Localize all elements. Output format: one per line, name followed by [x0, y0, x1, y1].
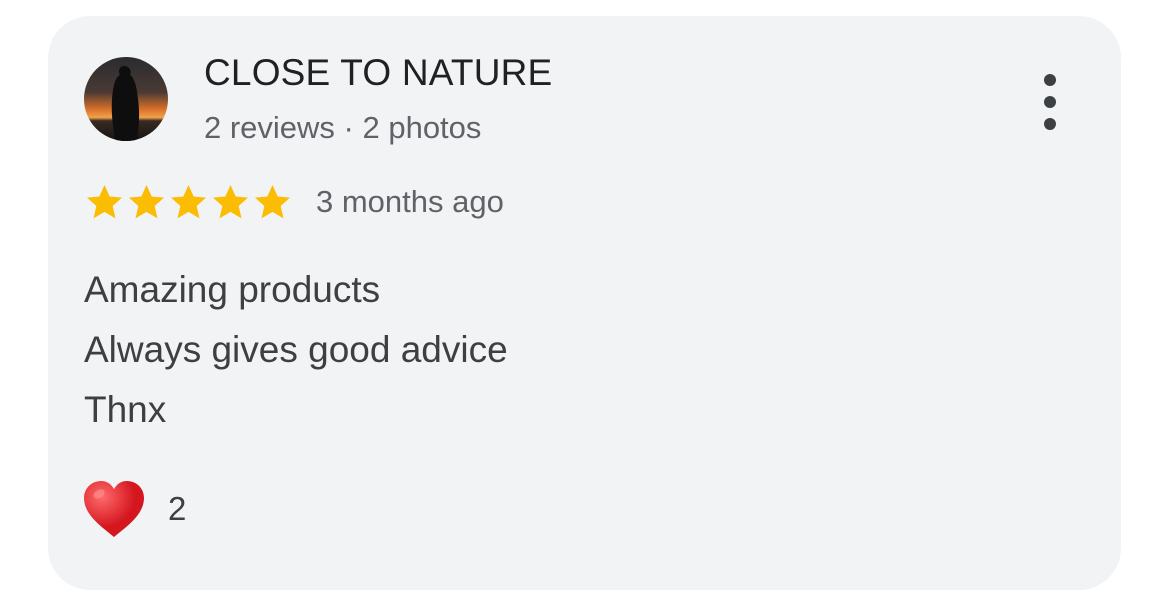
- author-meta: 2 reviews · 2 photos: [204, 110, 482, 145]
- review-card: CLOSE TO NATURE 2 reviews · 2 photos 3 m…: [48, 16, 1121, 590]
- review-text-line: Thnx: [84, 389, 167, 430]
- author-name[interactable]: CLOSE TO NATURE: [204, 52, 552, 94]
- rating-row: 3 months ago: [84, 182, 504, 222]
- review-text-line: Amazing products: [84, 269, 381, 310]
- review-time: 3 months ago: [316, 184, 504, 219]
- review-text-line: Always gives good advice: [84, 329, 508, 370]
- star-icon: [129, 185, 164, 219]
- reaction-button[interactable]: 2: [82, 476, 186, 542]
- star-icon: [171, 185, 206, 219]
- more-vert-icon[interactable]: [1032, 70, 1068, 134]
- star-icon: [87, 185, 122, 219]
- reaction-count: 2: [168, 490, 187, 527]
- star-icon: [255, 185, 290, 219]
- avatar[interactable]: [84, 57, 168, 141]
- heart-icon: [84, 481, 144, 537]
- star-rating: [84, 182, 294, 222]
- avatar-image: [84, 57, 168, 141]
- review-text: Amazing products Always gives good advic…: [84, 260, 508, 440]
- star-icon: [213, 185, 248, 219]
